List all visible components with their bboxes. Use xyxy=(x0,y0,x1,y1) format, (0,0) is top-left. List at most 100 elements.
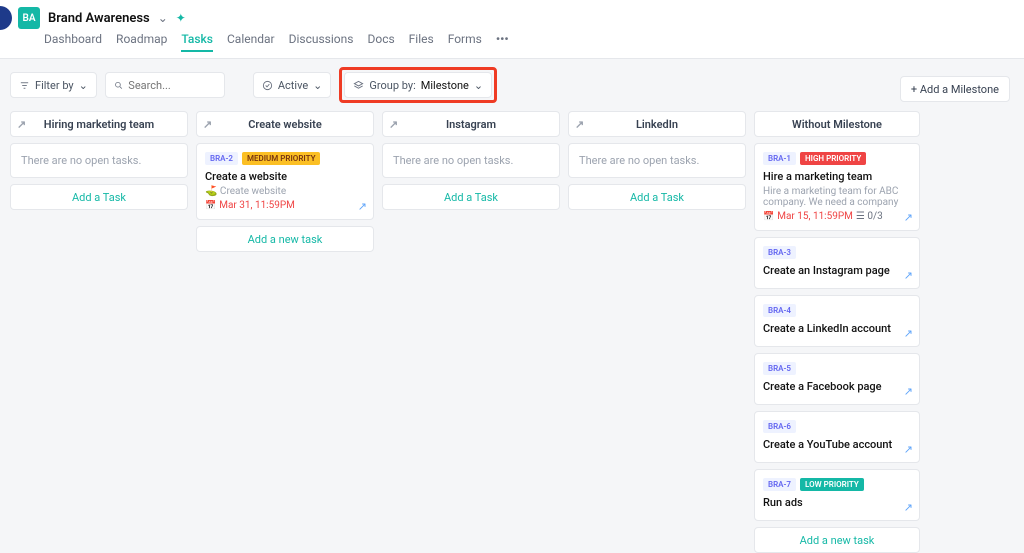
card-tags: BRA-3 xyxy=(763,246,911,259)
priority-badge: HIGH PRIORITY xyxy=(800,152,866,165)
column: ↗ LinkedIn There are no open tasks. Add a T… xyxy=(568,111,746,210)
column-header[interactable]: ↗ LinkedIn xyxy=(568,111,746,137)
column-title: Without Milestone xyxy=(792,118,882,131)
board: ↗ Hiring marketing team There are no open … xyxy=(0,111,1024,553)
expand-icon[interactable]: ↗ xyxy=(904,327,913,340)
add-task-button[interactable]: Add a Task xyxy=(10,184,188,210)
task-card[interactable]: BRA-1HIGH PRIORITYHire a marketing teamH… xyxy=(754,143,920,231)
tab-roadmap[interactable]: Roadmap xyxy=(116,32,167,52)
expand-icon[interactable]: ↗ xyxy=(904,385,913,398)
tab-tasks[interactable]: Tasks xyxy=(181,32,213,52)
task-id: BRA-5 xyxy=(763,362,796,375)
empty-message: There are no open tasks. xyxy=(568,143,746,178)
project-badge: BA xyxy=(18,7,40,29)
task-id: BRA-4 xyxy=(763,304,796,317)
expand-icon[interactable]: ↗ xyxy=(904,269,913,282)
task-title: Create a YouTube account xyxy=(763,438,911,451)
task-id: BRA-1 xyxy=(763,152,796,165)
expand-icon[interactable]: ↗ xyxy=(389,118,398,131)
filter-button[interactable]: Filter by ⌄ xyxy=(10,72,97,98)
add-task-button[interactable]: Add a Task xyxy=(568,184,746,210)
task-meta: 📅Mar 15, 11:59PM ☰ 0/3 xyxy=(763,211,911,222)
task-card[interactable]: BRA-3Create an Instagram page↗ xyxy=(754,237,920,289)
empty-message: There are no open tasks. xyxy=(382,143,560,178)
task-card[interactable]: BRA-6 Create a YouTube account↗ xyxy=(754,411,920,463)
filter-label: Filter by xyxy=(35,79,74,92)
subtask-count: ☰ 0/3 xyxy=(856,211,883,222)
calendar-icon: 📅 xyxy=(205,201,216,211)
layers-icon xyxy=(353,80,364,91)
card-tags: BRA-5 xyxy=(763,362,911,375)
active-label: Active xyxy=(278,79,308,92)
expand-icon[interactable]: ↗ xyxy=(358,200,367,213)
tab-docs[interactable]: Docs xyxy=(367,32,394,52)
task-title: Create a Facebook page xyxy=(763,380,911,393)
column-header[interactable]: Without Milestone xyxy=(754,111,920,137)
tab-forms[interactable]: Forms xyxy=(448,32,482,52)
task-title: Run ads xyxy=(763,496,911,509)
tab-discussions[interactable]: Discussions xyxy=(289,32,354,52)
groupby-label: Group by: xyxy=(369,79,415,92)
column-header[interactable]: ↗ Hiring marketing team xyxy=(10,111,188,137)
task-title: Create a LinkedIn account xyxy=(763,322,911,335)
toolbar: Filter by ⌄ Active ⌄ Group by: Milestone… xyxy=(0,59,1024,111)
expand-icon[interactable]: ↗ xyxy=(575,118,584,131)
add-milestone-button[interactable]: + Add a Milestone xyxy=(900,76,1010,102)
task-id: BRA-7 xyxy=(763,478,796,491)
header: BA Brand Awareness ⌄ ✦ Dashboard Roadmap T… xyxy=(0,0,1024,59)
chevron-down-icon: ⌄ xyxy=(474,79,483,92)
column: ↗ Create website BRA-2 MEDIUM PRIORITY Creat… xyxy=(196,111,374,252)
filter-icon xyxy=(19,80,30,91)
more-icon[interactable]: ••• xyxy=(496,32,509,52)
expand-icon[interactable]: ↗ xyxy=(904,443,913,456)
chevron-down-icon[interactable]: ⌄ xyxy=(158,11,168,25)
column-title: Create website xyxy=(248,118,322,131)
add-task-button[interactable]: Add a new task xyxy=(196,226,374,252)
task-card[interactable]: BRA-5 Create a Facebook page↗ xyxy=(754,353,920,405)
task-description: Hire a marketing team for ABC company. W… xyxy=(763,186,911,208)
diamond-icon[interactable]: ✦ xyxy=(176,11,186,25)
highlight-annotation: Group by: Milestone ⌄ xyxy=(339,67,497,103)
expand-icon[interactable]: ↗ xyxy=(203,118,212,131)
user-avatar[interactable] xyxy=(0,6,12,30)
search-input[interactable] xyxy=(128,79,216,92)
groupby-value: Milestone xyxy=(421,79,469,92)
column: ↗Instagram There are no open tasks. Add a … xyxy=(382,111,560,210)
expand-icon[interactable]: ↗ xyxy=(904,211,913,224)
tab-calendar[interactable]: Calendar xyxy=(227,32,275,52)
priority-badge: MEDIUM PRIORITY xyxy=(242,152,320,165)
priority-badge: LOW PRIORITY xyxy=(800,478,864,491)
card-tags: BRA-1 HIGH PRIORITY xyxy=(763,152,911,165)
tab-dashboard[interactable]: Dashboard xyxy=(44,32,102,52)
column-header[interactable]: ↗Instagram xyxy=(382,111,560,137)
task-card[interactable]: BRA-2 MEDIUM PRIORITY Create a website ⛳ Cr… xyxy=(196,143,374,220)
card-tags: BRA-4 xyxy=(763,304,911,317)
card-tags: BRA-2 MEDIUM PRIORITY xyxy=(205,152,365,165)
header-top: BA Brand Awareness ⌄ ✦ xyxy=(10,6,1014,30)
task-id: BRA-2 xyxy=(205,152,238,165)
task-id: BRA-6 xyxy=(763,420,796,433)
active-filter-button[interactable]: Active ⌄ xyxy=(253,72,332,98)
task-card[interactable]: BRA-4 Create a LinkedIn account↗ xyxy=(754,295,920,347)
column-header[interactable]: ↗ Create website xyxy=(196,111,374,137)
column-title: Hiring marketing team xyxy=(44,118,154,131)
add-task-button[interactable]: Add a Task xyxy=(382,184,560,210)
expand-icon[interactable]: ↗ xyxy=(17,118,26,131)
tab-files[interactable]: Files xyxy=(409,32,434,52)
task-description: ⛳ Create website xyxy=(205,186,365,197)
task-card[interactable]: BRA-7 LOW PRIORITY Run ads↗ xyxy=(754,469,920,521)
project-title[interactable]: Brand Awareness xyxy=(48,11,150,26)
add-task-button[interactable]: Add a new task xyxy=(754,527,920,553)
expand-icon[interactable]: ↗ xyxy=(904,501,913,514)
due-date: Mar 15, 11:59PM xyxy=(777,211,853,222)
column: ↗Hiring marketing teamThere are no open … xyxy=(10,111,188,210)
task-id: BRA-3 xyxy=(763,246,796,259)
search-container xyxy=(105,72,225,98)
column-title: LinkedIn xyxy=(636,118,678,131)
due-date: Mar 31, 11:59PM xyxy=(219,200,295,211)
task-title: Create a website xyxy=(205,170,365,183)
groupby-button[interactable]: Group by: Milestone ⌄ xyxy=(344,72,492,98)
task-meta: 📅Mar 31, 11:59PM xyxy=(205,200,365,211)
chevron-down-icon: ⌄ xyxy=(79,79,88,92)
nav-tabs: Dashboard Roadmap Tasks Calendar Discussions… xyxy=(10,32,1014,52)
